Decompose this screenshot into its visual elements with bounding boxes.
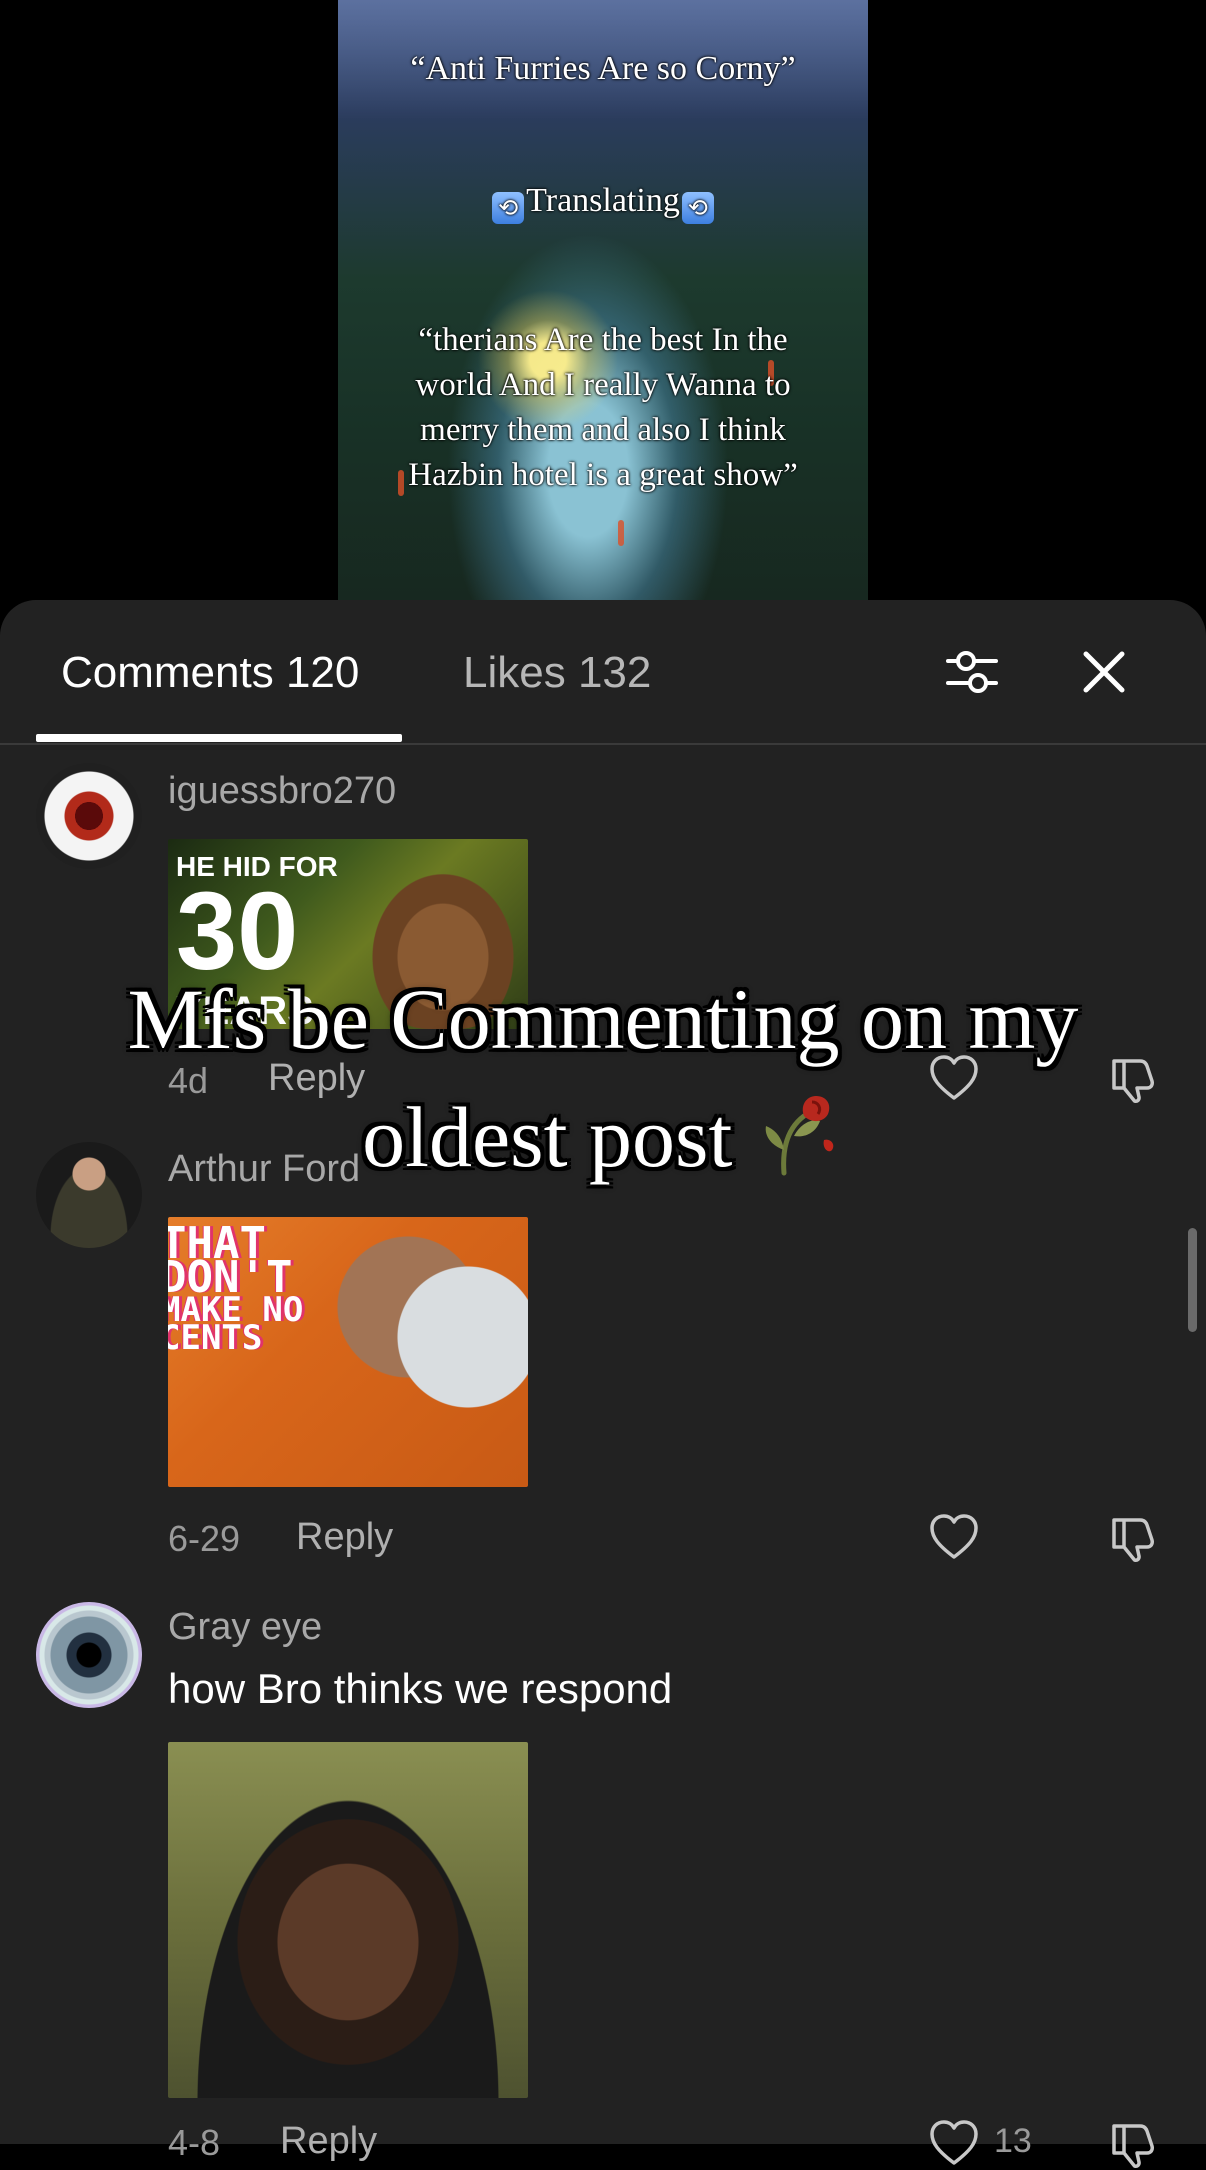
comment-time: 4-8: [168, 2122, 221, 2163]
avatar[interactable]: [36, 1602, 142, 1708]
video-player[interactable]: “Anti Furries Are so Corny” ⟲ Translating…: [0, 0, 1206, 620]
avatar[interactable]: [36, 763, 142, 869]
comment-image[interactable]: [168, 1742, 528, 2098]
thumbnail-text: 30: [176, 870, 299, 993]
avatar[interactable]: [36, 1142, 142, 1248]
video-ember: [618, 520, 624, 546]
like-count: 13: [994, 2122, 1032, 2160]
video-caption-bottom: “therians Are the best In the world And …: [408, 322, 798, 493]
translating-label: Translating: [526, 182, 680, 219]
heart-icon[interactable]: [928, 1053, 980, 1105]
video-caption-top: “Anti Furries Are so Corny”: [410, 50, 796, 87]
reply-button[interactable]: Reply: [280, 2120, 377, 2163]
comment-image[interactable]: THAT DON'T MAKE NO CENTS: [168, 1217, 528, 1487]
tab-comments[interactable]: Comments 120: [61, 648, 359, 698]
thumbnail-text: YEARS: [176, 989, 314, 1029]
comment-username[interactable]: Arthur Ford: [168, 1148, 360, 1191]
reply-button[interactable]: Reply: [268, 1057, 365, 1100]
heart-icon[interactable]: [928, 2118, 980, 2170]
scrollbar-thumb[interactable]: [1188, 1228, 1197, 1332]
sheet-tab-bar: Comments 120 Likes 132: [0, 600, 1206, 745]
tab-likes[interactable]: Likes 132: [463, 648, 651, 698]
comment-username[interactable]: iguessbro270: [168, 770, 396, 813]
comment-image[interactable]: HE HID FOR 30 YEARS: [168, 839, 528, 1029]
thumbs-down-icon[interactable]: [1108, 2118, 1160, 2170]
thumbs-down-icon[interactable]: [1108, 1512, 1160, 1564]
comment-time: 6-29: [168, 1518, 241, 1559]
heart-icon[interactable]: [928, 1512, 980, 1564]
thumbnail-face: [368, 869, 518, 1029]
sliders-icon[interactable]: [944, 644, 1000, 700]
active-tab-indicator: [36, 734, 402, 742]
comments-sheet: Comments 120 Likes 132 iguessbro270 HE H…: [0, 600, 1206, 2168]
comment-text: how Bro thinks we respond: [168, 1665, 673, 1712]
thumbs-down-icon[interactable]: [1108, 1053, 1160, 1105]
thumbnail-text: CENTS: [168, 1318, 263, 1358]
comment-username[interactable]: Gray eye: [168, 1606, 322, 1649]
video-frame: [338, 0, 868, 620]
reply-button[interactable]: Reply: [296, 1516, 393, 1559]
swap-arrows-icon: ⟲: [681, 192, 714, 224]
swap-arrows-icon: ⟲: [492, 192, 525, 224]
close-icon[interactable]: [1080, 648, 1128, 696]
comment-time: 4d: [168, 1060, 209, 1101]
video-caption-translating: ⟲ Translating ⟲: [338, 182, 868, 224]
